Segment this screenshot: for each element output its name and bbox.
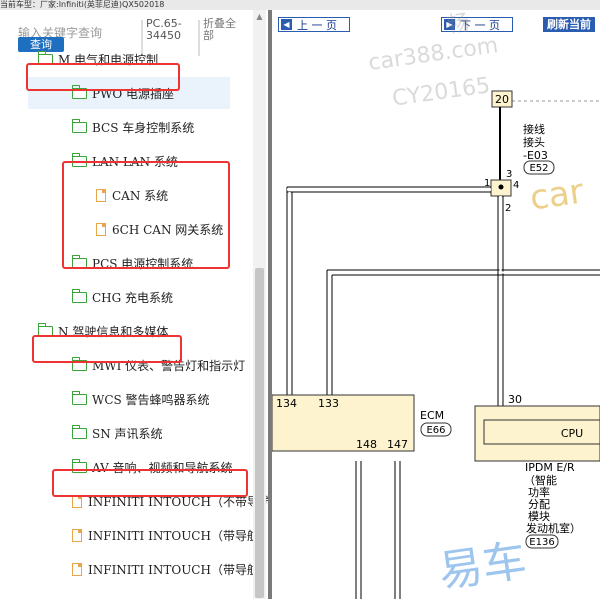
tree-item-label: INFINITI INTOUCH（带导航） [88,562,268,577]
junction-code: -E03 [523,149,548,162]
tree-item[interactable]: BCS 车身控制系统 [72,111,194,143]
scrollbar-thumb[interactable] [255,268,264,598]
junction-pin-4: 4 [513,180,519,191]
current-vehicle-text: 当前车型：厂家:Infiniti(英菲尼迪)QX502018 [0,0,165,9]
prev-page-label: 上 一 页 [297,19,337,32]
tree-item[interactable]: SN 声讯系统 [72,417,163,449]
tree-item[interactable]: CHG 充电系统 [72,281,173,313]
top-status-bar: 当前车型：厂家:Infiniti(英菲尼迪)QX502018 [0,0,600,10]
folder-icon [72,390,87,405]
cpu-label: CPU [561,427,583,440]
watermark-text: 畅 [445,10,471,39]
highlight-box [62,161,230,269]
page-nav-bar: ◀ 上 一 页 ▶ 下 一 页 刷新当前 [272,10,600,38]
tree-item-label: SN 声讯系统 [92,426,163,441]
prev-page-button[interactable]: ◀ 上 一 页 [278,17,350,32]
ipdm-desc5: 发动机室） [526,521,581,535]
ecm-id: E66 [426,425,445,436]
highlight-box [52,469,248,497]
navigation-panel: 输入关键字查询 查询 PC.65-34450 折叠全部 M 电气和电源控制 PWO… [0,10,268,599]
ecm-pin-134: 134 [276,397,297,410]
tree-item-label: INFINITI INTOUCH（带导航） [88,528,268,543]
wiring-diagram: 20 接线 接头 -E03 E52 1 3 4 2 134 133 148 14… [272,90,600,599]
ecm-pin-148: 148 [356,438,377,451]
refresh-current-button[interactable]: 刷新当前 [543,17,595,32]
folder-icon [72,424,87,439]
junction-label2: 接头 [523,136,545,149]
junction-dot [498,184,504,190]
ecm-label: ECM [420,409,444,422]
collapse-all-button[interactable]: 折叠全部 [203,18,243,42]
tree-item[interactable]: INFINITI INTOUCH（带导航） [72,519,268,551]
highlight-box [32,335,182,363]
junction-pin-3: 3 [506,169,512,180]
pc-code-label: PC.65-34450 [146,17,182,42]
junction-pin-2: 2 [505,203,511,214]
connector-20-label: 20 [495,93,509,106]
tree-item-label: WCS 警告蜂鸣器系统 [92,392,210,407]
junction-label: 接线 [523,122,545,136]
tree-item-label: BCS 车身控制系统 [92,120,195,135]
ecm-pin-133: 133 [318,397,339,410]
tree-item-label: CHG 充电系统 [92,290,174,305]
ipdm-desc1: （智能 [524,473,557,487]
divider [198,20,200,56]
tree-item[interactable]: WCS 警告蜂鸣器系统 [72,383,210,415]
watermark-logo-text: 易车 [435,535,530,598]
scroll-up-arrow-icon[interactable]: ▲ [253,12,266,24]
highlight-box [26,63,180,91]
ipdm-desc2: 功率 [528,485,550,499]
tree-item[interactable]: INFINITI INTOUCH（带导航） [72,553,268,585]
ipdm-id: E136 [529,537,554,548]
ecm-pin-147: 147 [387,438,408,451]
document-icon [72,562,82,576]
arrow-left-icon: ◀ [281,19,292,30]
watermark-logo-text: car [527,171,587,219]
diagram-panel: ◀ 上 一 页 ▶ 下 一 页 刷新当前 20 接线 接头 -E03 E52 1… [272,10,600,599]
ipdm-pin-30: 30 [508,393,522,406]
document-icon [72,528,82,542]
ipdm-label: IPDM E/R [525,461,575,474]
junction-id: E52 [529,163,548,174]
folder-icon [72,288,87,303]
folder-icon [72,118,87,133]
